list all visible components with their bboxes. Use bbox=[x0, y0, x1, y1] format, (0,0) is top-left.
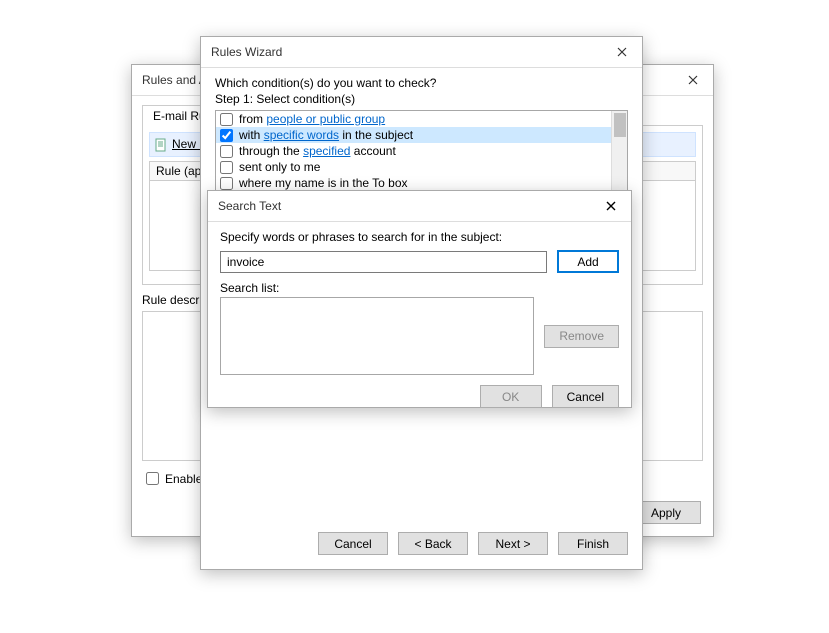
scrollbar[interactable] bbox=[611, 111, 627, 193]
search-list-label: Search list: bbox=[220, 281, 619, 295]
titlebar: Search Text bbox=[208, 191, 631, 221]
condition-link[interactable]: specified bbox=[303, 144, 350, 158]
close-icon bbox=[688, 75, 698, 85]
titlebar: Rules Wizard bbox=[201, 37, 642, 67]
cancel-button[interactable]: Cancel bbox=[318, 532, 388, 555]
close-icon bbox=[617, 47, 627, 57]
search-text-dialog: Search Text Specify words or phrases to … bbox=[207, 190, 632, 408]
condition-row[interactable]: with specific words in the subject bbox=[216, 127, 627, 143]
condition-checkbox[interactable] bbox=[220, 129, 233, 142]
condition-list[interactable]: from people or public group with specific… bbox=[215, 110, 628, 194]
back-button[interactable]: < Back bbox=[398, 532, 468, 555]
search-prompt: Specify words or phrases to search for i… bbox=[220, 230, 619, 244]
condition-checkbox[interactable] bbox=[220, 113, 233, 126]
wizard-buttons: Cancel < Back Next > Finish bbox=[318, 532, 628, 555]
close-button[interactable] bbox=[673, 65, 713, 95]
search-input[interactable] bbox=[220, 251, 547, 273]
condition-text: through the specified account bbox=[239, 144, 396, 158]
condition-link[interactable]: people or public group bbox=[266, 112, 385, 126]
enable-checkbox[interactable] bbox=[146, 472, 159, 485]
condition-text: from people or public group bbox=[239, 112, 385, 126]
condition-row[interactable]: where my name is in the To box bbox=[216, 175, 627, 191]
wizard-question: Which condition(s) do you want to check? bbox=[215, 76, 628, 90]
dialog-title: Search Text bbox=[218, 199, 281, 213]
condition-text: with specific words in the subject bbox=[239, 128, 413, 142]
condition-row[interactable]: through the specified account bbox=[216, 143, 627, 159]
close-icon bbox=[606, 201, 616, 211]
condition-row[interactable]: from people or public group bbox=[216, 111, 627, 127]
dialog-title: Rules Wizard bbox=[211, 45, 282, 59]
search-list[interactable] bbox=[220, 297, 534, 375]
close-button[interactable] bbox=[591, 191, 631, 221]
new-rule-icon bbox=[154, 138, 168, 152]
condition-row[interactable]: sent only to me bbox=[216, 159, 627, 175]
step1-label: Step 1: Select condition(s) bbox=[215, 92, 628, 106]
next-button[interactable]: Next > bbox=[478, 532, 548, 555]
cancel-button[interactable]: Cancel bbox=[552, 385, 619, 408]
add-button[interactable]: Add bbox=[557, 250, 619, 273]
condition-checkbox[interactable] bbox=[220, 145, 233, 158]
dialog-buttons: OK Cancel bbox=[220, 385, 619, 408]
condition-text: sent only to me bbox=[239, 160, 320, 174]
search-body: Specify words or phrases to search for i… bbox=[208, 222, 631, 416]
condition-checkbox[interactable] bbox=[220, 161, 233, 174]
finish-button[interactable]: Finish bbox=[558, 532, 628, 555]
ok-button[interactable]: OK bbox=[480, 385, 542, 408]
condition-text: where my name is in the To box bbox=[239, 176, 408, 190]
scrollbar-thumb[interactable] bbox=[614, 113, 626, 137]
condition-checkbox[interactable] bbox=[220, 177, 233, 190]
remove-button[interactable]: Remove bbox=[544, 325, 619, 348]
condition-link[interactable]: specific words bbox=[264, 128, 339, 142]
close-button[interactable] bbox=[602, 37, 642, 67]
